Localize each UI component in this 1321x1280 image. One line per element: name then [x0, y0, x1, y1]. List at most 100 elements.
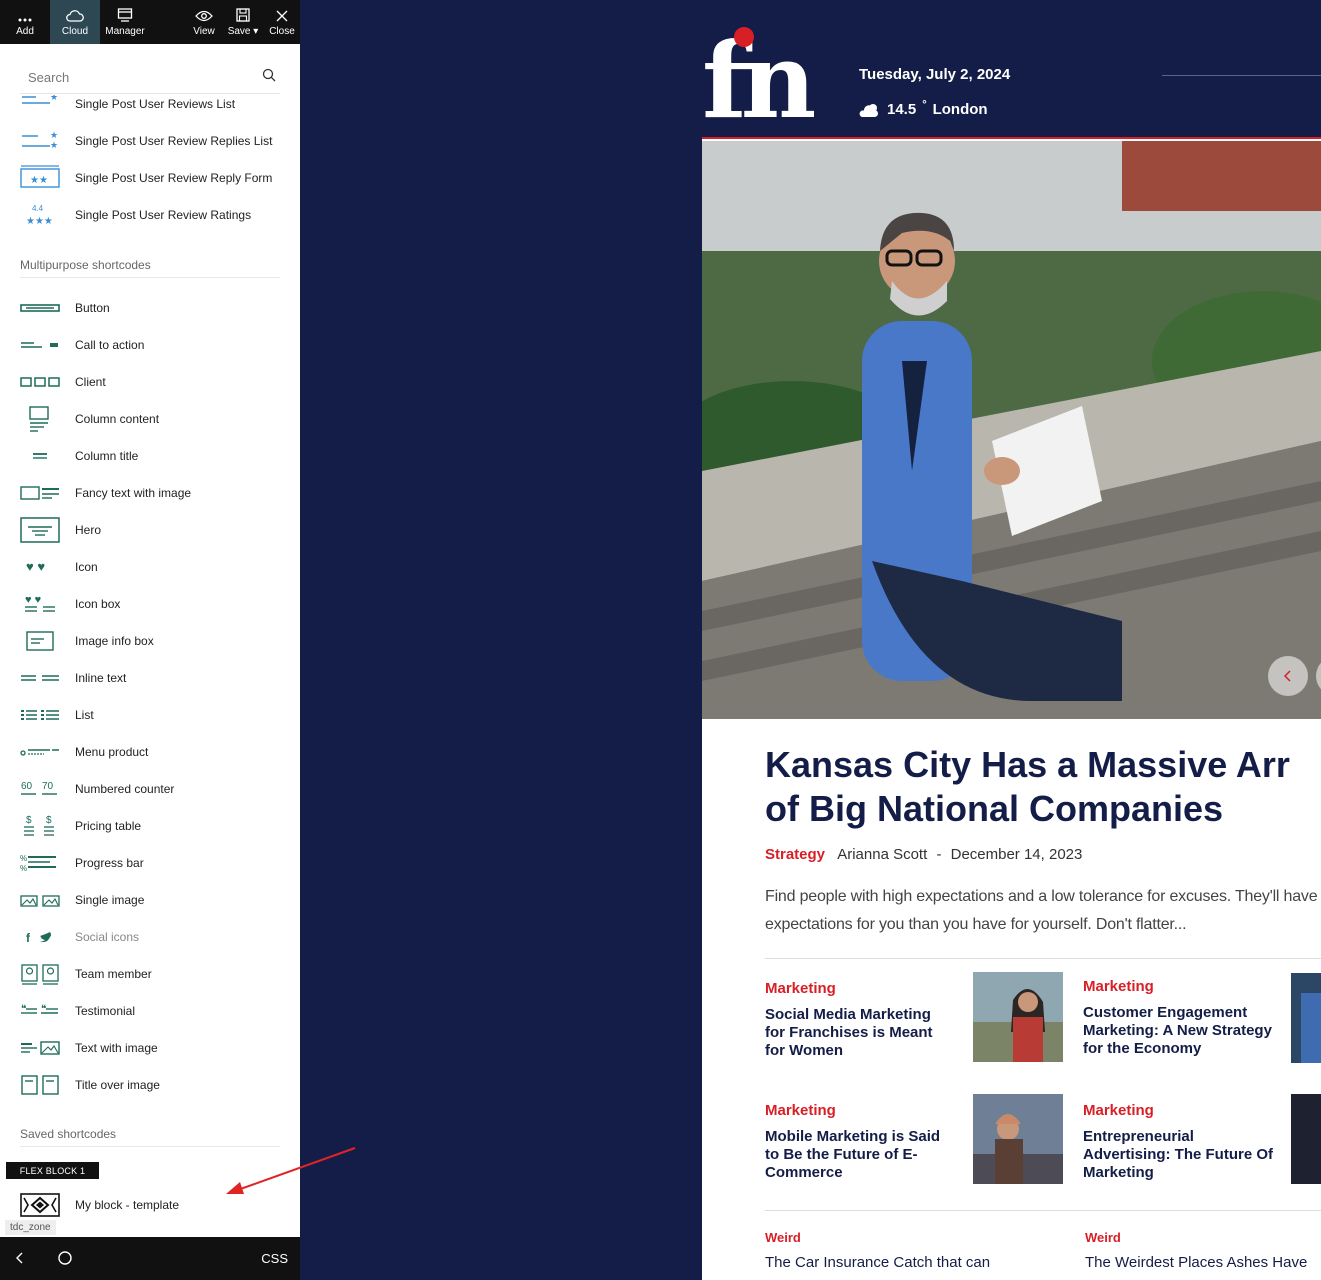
shortcode-item-label: Image info box	[75, 633, 154, 648]
shortcode-item[interactable]: Button	[0, 289, 300, 326]
shortcode-item-label: Client	[75, 374, 106, 389]
shortcode-item[interactable]: ♥ ♥ Icon	[0, 548, 300, 585]
add-button[interactable]: Add	[0, 0, 50, 44]
shortcode-item[interactable]: Image info box	[0, 622, 300, 659]
shortcode-item[interactable]: ♥ ♥ Icon box	[0, 585, 300, 622]
post-title[interactable]: Mobile Marketing is Said to Be the Futur…	[765, 1128, 955, 1182]
hero-image[interactable]	[702, 141, 1321, 719]
cloud-button[interactable]: Cloud	[50, 0, 100, 44]
pricing-table-icon: $ $	[24, 815, 54, 836]
post-title[interactable]: Entrepreneurial Advertising: The Future …	[1083, 1128, 1273, 1182]
list-icon	[21, 709, 59, 720]
headline-line-1: Kansas City Has a Massive Arr	[765, 744, 1290, 785]
meta-separator: -	[936, 846, 942, 863]
search-icon[interactable]	[262, 68, 276, 82]
shortcode-item[interactable]: Call to action	[0, 326, 300, 363]
inline-text-icon	[21, 674, 59, 681]
block-template-icon	[20, 1192, 60, 1217]
shortcode-item-label: Single Post User Reviews List	[75, 96, 236, 111]
shortcode-item[interactable]: Menu product	[0, 733, 300, 770]
post-category[interactable]: Marketing	[765, 980, 836, 997]
view-button[interactable]: View	[188, 0, 220, 44]
post-thumbnail[interactable]	[973, 972, 1063, 1062]
article-author[interactable]: Arianna Scott	[837, 846, 927, 863]
excerpt-line-2: expectations for you than you have for y…	[765, 916, 1187, 933]
post-category[interactable]: Weird	[1085, 1230, 1307, 1245]
shortcode-item-label: Numbered counter	[75, 781, 175, 796]
search-input[interactable]	[20, 62, 250, 92]
eye-icon	[195, 10, 213, 22]
header-divider	[1162, 75, 1321, 76]
small-post[interactable]: Weird The Car Insurance Catch that can	[765, 1230, 990, 1271]
shortcode-item[interactable]: List	[0, 696, 300, 733]
temperature-unit: °	[922, 98, 927, 111]
shortcode-item[interactable]: ❝ ❝ Testimonial	[0, 992, 300, 1029]
close-button[interactable]: Close	[266, 0, 298, 44]
shortcode-item[interactable]: Hero	[0, 511, 300, 548]
svg-text:♥ ♥: ♥ ♥	[26, 559, 45, 574]
shortcode-item[interactable]: Client	[0, 363, 300, 400]
hero-icon	[20, 516, 60, 543]
article-date: December 14, 2023	[950, 846, 1083, 863]
post-title[interactable]: Social Media Marketing for Franchises is…	[765, 1006, 955, 1060]
svg-text:$: $	[46, 815, 52, 826]
shortcode-item[interactable]: f Social icons	[0, 918, 300, 955]
css-button[interactable]: CSS	[261, 1251, 288, 1266]
icon-box-icon: ♥ ♥	[25, 594, 55, 612]
shortcode-item[interactable]: 60 70 Numbered counter	[0, 770, 300, 807]
shortcode-item-label: Pricing table	[75, 818, 142, 833]
post-category[interactable]: Marketing	[1083, 1102, 1154, 1119]
shortcode-item[interactable]: Inline text	[0, 659, 300, 696]
shortcode-item[interactable]: Single image	[0, 881, 300, 918]
post-title[interactable]: The Car Insurance Catch that can	[765, 1254, 990, 1271]
shortcode-item[interactable]: Title over image	[0, 1066, 300, 1103]
shortcode-item[interactable]: 4.4 ★★★ Single Post User Review Ratings	[0, 196, 300, 233]
shortcode-item[interactable]: ★ ★ Single Post User Review Replies List	[0, 122, 300, 159]
temperature: 14.5	[887, 101, 917, 118]
shortcode-item[interactable]: Column title	[0, 437, 300, 474]
post-category[interactable]: Marketing	[765, 1102, 836, 1119]
column-title-icon	[33, 452, 47, 459]
chevron-left-icon[interactable]	[12, 1250, 28, 1266]
divider	[765, 958, 1321, 959]
svg-text:$: $	[26, 815, 32, 826]
post-thumbnail[interactable]	[973, 1094, 1063, 1184]
small-post[interactable]: Weird The Weirdest Places Ashes Have	[1085, 1230, 1307, 1271]
manager-button[interactable]: Manager	[100, 0, 150, 44]
client-icon	[20, 376, 60, 387]
shortcode-item[interactable]: Column content	[0, 400, 300, 437]
shortcode-item-label: Icon box	[75, 596, 121, 611]
shortcode-item[interactable]: Team member	[0, 955, 300, 992]
article-headline[interactable]: Kansas City Has a Massive Arr of Big Nat…	[765, 743, 1321, 831]
site-logo[interactable]: fn	[702, 14, 832, 124]
shortcode-item[interactable]: Fancy text with image	[0, 474, 300, 511]
social-icons-icon: f	[26, 931, 51, 945]
shortcode-item[interactable]: ★★ Single Post User Review Reply Form	[0, 159, 300, 196]
shortcode-item-label: Single Post User Review Replies List	[75, 133, 273, 148]
shortcode-item[interactable]: %% Progress bar	[0, 844, 300, 881]
save-button[interactable]: Save ▾	[222, 0, 264, 44]
circle-icon[interactable]	[57, 1250, 73, 1266]
shortcode-item[interactable]: ★ Single Post User Reviews List	[0, 95, 300, 122]
call-to-action-icon	[21, 341, 58, 348]
heart-icon: ♥ ♥	[26, 559, 45, 574]
post-category[interactable]: Marketing	[1083, 978, 1154, 995]
chevron-left-icon	[1283, 670, 1291, 682]
header-weather: 14.5 ° London	[859, 98, 988, 118]
post-title[interactable]: Customer Engagement Marketing: A New Str…	[1083, 1004, 1273, 1058]
logo-text: fn	[702, 19, 815, 124]
add-label: Add	[16, 26, 34, 37]
post-thumbnail[interactable]	[1291, 1094, 1321, 1184]
more-dots-icon	[18, 18, 32, 22]
shortcode-item-label: Single image	[75, 892, 145, 907]
shortcode-item[interactable]: Text with image	[0, 1029, 300, 1066]
article-category[interactable]: Strategy	[765, 846, 825, 863]
cloud-icon	[66, 10, 84, 22]
shortcode-item[interactable]: $ $ Pricing table	[0, 807, 300, 844]
post-category[interactable]: Weird	[765, 1230, 990, 1245]
page-preview: fn Tuesday, July 2, 2024 14.5 ° London K…	[702, 0, 1321, 1280]
view-label: View	[193, 26, 215, 37]
post-thumbnail[interactable]	[1291, 973, 1321, 1063]
post-title[interactable]: The Weirdest Places Ashes Have	[1085, 1254, 1307, 1271]
slider-prev-button[interactable]	[1268, 656, 1308, 696]
